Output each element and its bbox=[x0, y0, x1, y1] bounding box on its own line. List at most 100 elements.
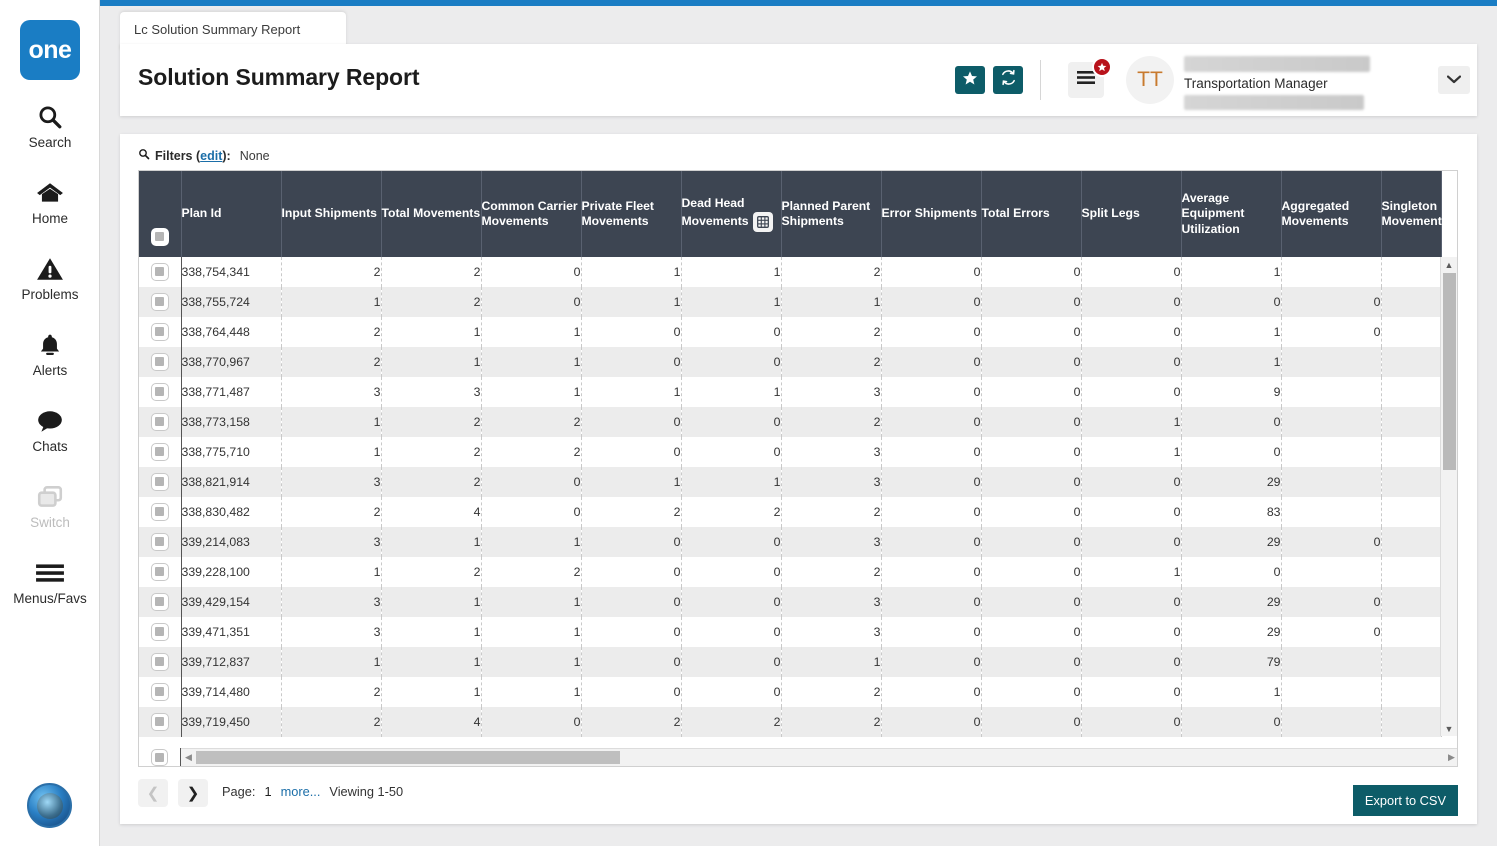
horizontal-scroll-thumb[interactable] bbox=[196, 751, 620, 764]
rail-item-search[interactable]: Search bbox=[0, 100, 100, 150]
checkbox-icon[interactable] bbox=[151, 593, 169, 611]
horizontal-scrollbar[interactable]: ◀ ▶ bbox=[181, 748, 1458, 766]
scroll-right-arrow-icon[interactable]: ▶ bbox=[1445, 749, 1458, 766]
grid-table-icon[interactable] bbox=[753, 212, 773, 232]
scroll-up-arrow-icon[interactable]: ▲ bbox=[1441, 257, 1457, 272]
scroll-down-arrow-icon[interactable]: ▼ bbox=[1441, 721, 1457, 736]
cell-singleton-movements bbox=[1381, 677, 1441, 707]
filters-edit-link[interactable]: edit bbox=[200, 149, 222, 163]
row-checkbox-cell[interactable] bbox=[139, 557, 181, 587]
column-header-common-carrier-movements[interactable]: Common Carrier Movements bbox=[481, 171, 581, 257]
row-checkbox-cell[interactable] bbox=[139, 287, 181, 317]
rail-item-home[interactable]: Home bbox=[0, 176, 100, 226]
table-row[interactable]: 339,471,351311003000290 bbox=[139, 617, 1441, 647]
table-row[interactable]: 338,755,72412011100000 bbox=[139, 287, 1441, 317]
row-checkbox-cell[interactable] bbox=[139, 467, 181, 497]
cell-total-errors: 0 bbox=[981, 617, 1081, 647]
row-checkbox-cell[interactable] bbox=[139, 317, 181, 347]
column-header-private-fleet-movements[interactable]: Private Fleet Movements bbox=[581, 171, 681, 257]
table-row[interactable]: 339,429,154311003000290 bbox=[139, 587, 1441, 617]
column-header-total-movements[interactable]: Total Movements bbox=[381, 171, 481, 257]
table-row[interactable]: 338,770,9672110020001 bbox=[139, 347, 1441, 377]
vertical-scrollbar[interactable]: ▲ ▼ bbox=[1440, 257, 1457, 736]
app-logo[interactable]: one bbox=[20, 20, 80, 80]
avatar[interactable]: TT bbox=[1126, 56, 1174, 104]
next-page-button[interactable]: ❯ bbox=[178, 779, 208, 807]
column-header-total-errors[interactable]: Total Errors bbox=[981, 171, 1081, 257]
last-row-checkbox-cell[interactable] bbox=[139, 748, 181, 766]
cell-plan-id: 339,471,351 bbox=[181, 617, 281, 647]
table-row[interactable]: 338,754,3412201120001 bbox=[139, 257, 1441, 287]
checkbox-icon[interactable] bbox=[151, 653, 169, 671]
row-checkbox-cell[interactable] bbox=[139, 497, 181, 527]
row-checkbox-cell[interactable] bbox=[139, 587, 181, 617]
column-header-plan-id[interactable]: Plan Id bbox=[181, 171, 281, 257]
checkbox-icon[interactable] bbox=[151, 413, 169, 431]
table-row[interactable]: 338,775,7101220030010 bbox=[139, 437, 1441, 467]
export-to-csv-button[interactable]: Export to CSV bbox=[1353, 785, 1458, 816]
table-row[interactable]: 339,712,83711100100079 bbox=[139, 647, 1441, 677]
rail-item-problems[interactable]: Problems bbox=[0, 252, 100, 302]
column-header-singleton-movements[interactable]: Singleton Movements bbox=[1381, 171, 1441, 257]
column-header-planned-parent-shipments[interactable]: Planned Parent Shipments bbox=[781, 171, 881, 257]
table-row[interactable]: 339,714,4802110020001 bbox=[139, 677, 1441, 707]
table-row[interactable]: 338,821,91432011300029 bbox=[139, 467, 1441, 497]
row-checkbox-cell[interactable] bbox=[139, 707, 181, 737]
select-all-header[interactable] bbox=[139, 171, 181, 257]
rail-item-chats[interactable]: Chats bbox=[0, 404, 100, 454]
column-header-error-shipments[interactable]: Error Shipments bbox=[881, 171, 981, 257]
row-checkbox-cell[interactable] bbox=[139, 347, 181, 377]
checkbox-icon[interactable] bbox=[151, 263, 169, 281]
row-checkbox-cell[interactable] bbox=[139, 437, 181, 467]
row-checkbox-cell[interactable] bbox=[139, 677, 181, 707]
row-checkbox-cell[interactable] bbox=[139, 377, 181, 407]
checkbox-icon[interactable] bbox=[151, 323, 169, 341]
table-row[interactable]: 338,773,1581220020010 bbox=[139, 407, 1441, 437]
row-checkbox-cell[interactable] bbox=[139, 257, 181, 287]
rail-item-menus-favs[interactable]: Menus/Favs bbox=[0, 556, 100, 606]
checkbox-icon[interactable] bbox=[151, 353, 169, 371]
favorite-button[interactable] bbox=[955, 66, 985, 94]
checkbox-icon[interactable] bbox=[151, 713, 169, 731]
table-row[interactable]: 338,764,44821100200010 bbox=[139, 317, 1441, 347]
cell-error-shipments: 0 bbox=[881, 317, 981, 347]
table-row[interactable]: 339,228,1001220020010 bbox=[139, 557, 1441, 587]
table-row[interactable]: 339,719,4502402220000 bbox=[139, 707, 1441, 737]
row-checkbox-cell[interactable] bbox=[139, 647, 181, 677]
refresh-button[interactable] bbox=[993, 66, 1023, 94]
row-checkbox-cell[interactable] bbox=[139, 617, 181, 647]
cell-dead-head-movements: 0 bbox=[681, 437, 781, 467]
ai-assistant-orb-icon[interactable] bbox=[27, 783, 72, 828]
column-header-average-equipment-utilization[interactable]: Average Equipment Utilization bbox=[1181, 171, 1281, 257]
previous-page-button[interactable]: ❮ bbox=[138, 779, 168, 807]
vertical-scroll-thumb[interactable] bbox=[1443, 273, 1456, 470]
user-menu-button[interactable] bbox=[1438, 66, 1470, 94]
column-header-dead-head-movements[interactable]: Dead Head Movements bbox=[681, 171, 781, 257]
checkbox-icon[interactable] bbox=[151, 293, 169, 311]
cell-planned-parent-shipments: 2 bbox=[781, 707, 881, 737]
checkbox-icon[interactable] bbox=[151, 228, 169, 246]
row-checkbox-cell[interactable] bbox=[139, 527, 181, 557]
row-checkbox-cell[interactable] bbox=[139, 407, 181, 437]
column-header-split-legs[interactable]: Split Legs bbox=[1081, 171, 1181, 257]
rail-item-switch[interactable]: Switch bbox=[0, 480, 100, 530]
column-header-aggregated-movements[interactable]: Aggregated Movements bbox=[1281, 171, 1381, 257]
table-row[interactable]: 338,830,48224022200083 bbox=[139, 497, 1441, 527]
rail-item-alerts[interactable]: Alerts bbox=[0, 328, 100, 378]
checkbox-icon[interactable] bbox=[151, 533, 169, 551]
hamburger-icon bbox=[35, 556, 65, 590]
checkbox-icon[interactable] bbox=[151, 443, 169, 461]
checkbox-icon[interactable] bbox=[151, 503, 169, 521]
more-pages-link[interactable]: more... bbox=[281, 784, 321, 799]
checkbox-icon[interactable] bbox=[151, 749, 168, 766]
cell-total-movements: 2 bbox=[381, 437, 481, 467]
column-header-input-shipments[interactable]: Input Shipments bbox=[281, 171, 381, 257]
scroll-left-arrow-icon[interactable]: ◀ bbox=[182, 749, 195, 766]
checkbox-icon[interactable] bbox=[151, 683, 169, 701]
checkbox-icon[interactable] bbox=[151, 473, 169, 491]
table-row[interactable]: 339,214,083311003000290 bbox=[139, 527, 1441, 557]
checkbox-icon[interactable] bbox=[151, 623, 169, 641]
checkbox-icon[interactable] bbox=[151, 563, 169, 581]
checkbox-icon[interactable] bbox=[151, 383, 169, 401]
table-row[interactable]: 338,771,4873311130009 bbox=[139, 377, 1441, 407]
